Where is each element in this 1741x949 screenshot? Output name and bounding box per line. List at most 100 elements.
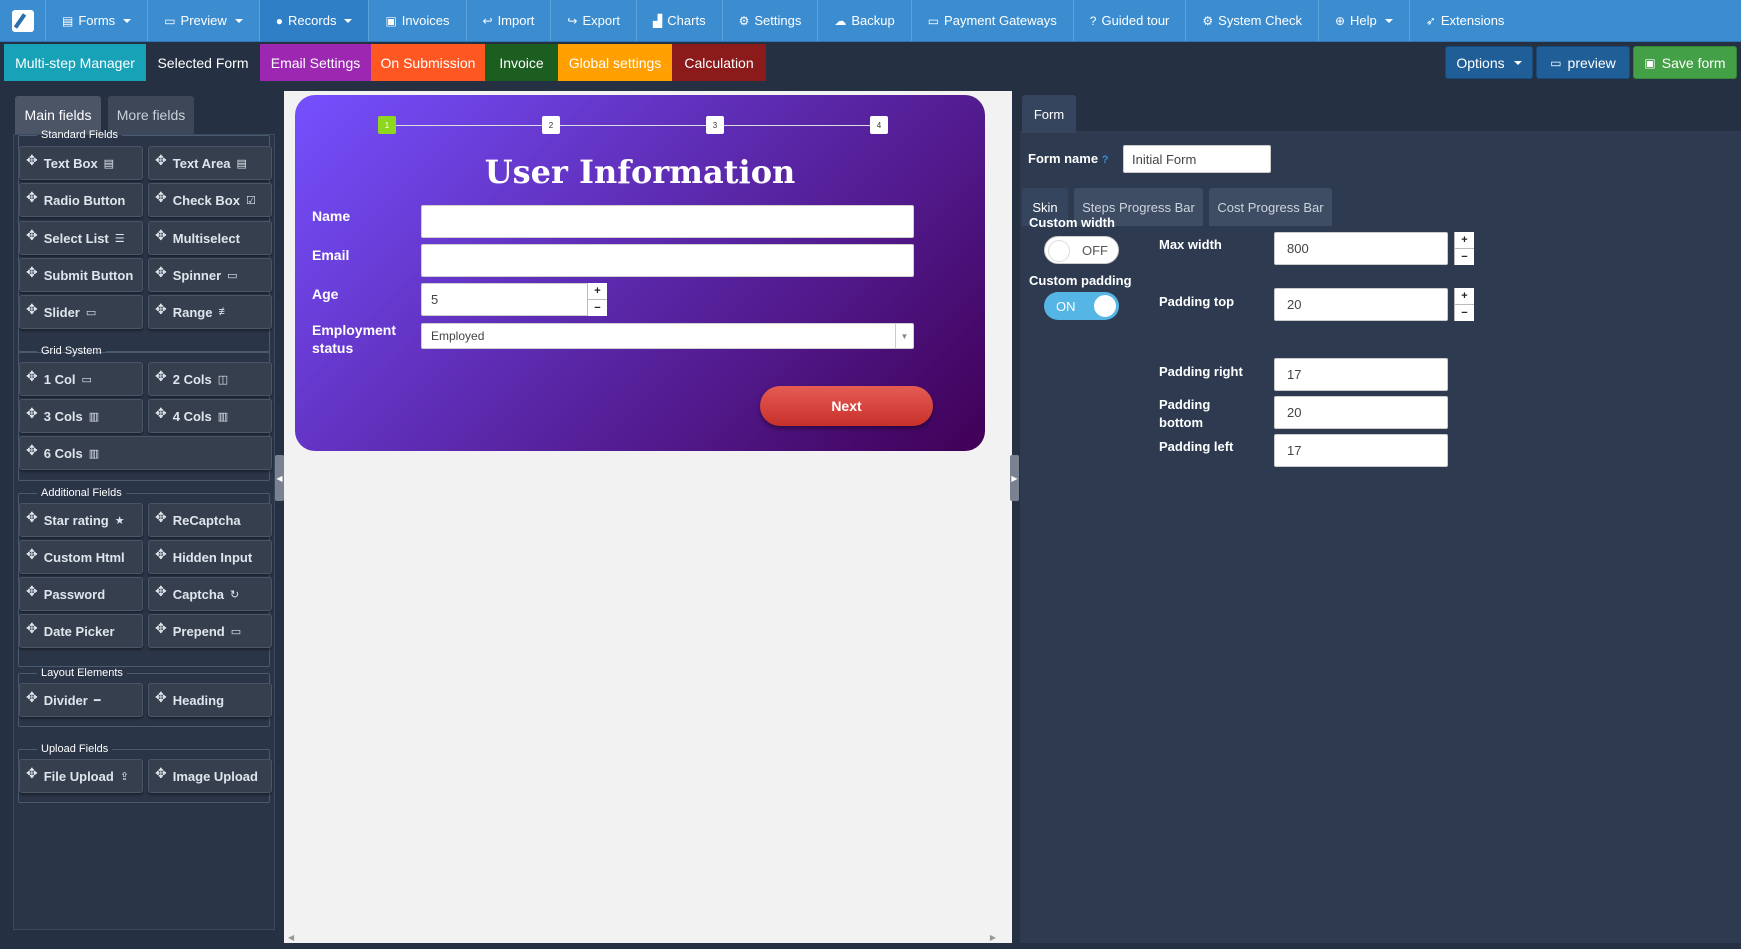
custom-width-toggle[interactable]: OFF	[1044, 236, 1119, 264]
caret-down-icon	[1384, 18, 1393, 23]
field-recaptcha[interactable]: ✥ ReCaptcha	[148, 503, 272, 537]
step-2[interactable]: 2	[542, 116, 560, 134]
move-icon: ✥	[26, 688, 38, 705]
collapse-left-handle[interactable]: ◀	[275, 455, 284, 501]
padding-top-stepper[interactable]: + −	[1454, 288, 1474, 321]
move-icon: ✥	[26, 441, 38, 458]
nav-invoices[interactable]: ▣ Invoices	[369, 0, 467, 41]
plus-icon[interactable]: +	[1455, 288, 1474, 305]
field-image-upload[interactable]: ✥ Image Upload	[148, 759, 272, 793]
field-text-box[interactable]: ✥ Text Box ▤	[19, 146, 143, 180]
form-name-input[interactable]: Initial Form	[1123, 145, 1271, 173]
field-date-picker[interactable]: ✥ Date Picker	[19, 614, 143, 648]
save-form-button[interactable]: ▣ Save form	[1633, 46, 1737, 79]
employment-status-label: Employment status	[312, 322, 397, 356]
padding-top-input[interactable]: 20	[1274, 288, 1448, 321]
field-check-box[interactable]: ✥ Check Box ☑	[148, 183, 272, 217]
max-width-input[interactable]: 800	[1274, 232, 1448, 265]
tab-on-submission[interactable]: On Submission	[371, 44, 485, 81]
plus-icon[interactable]: +	[1455, 232, 1474, 249]
nav-preview[interactable]: ▭ Preview	[148, 0, 260, 41]
field-star-rating[interactable]: ✥ Star rating ★	[19, 503, 143, 537]
options-button[interactable]: Options	[1445, 46, 1533, 79]
slider-icon: ▭	[85, 306, 97, 319]
step-1[interactable]: 1	[378, 116, 396, 134]
field-range[interactable]: ✥ Range ≢	[148, 295, 272, 329]
field-1-col[interactable]: ✥ 1 Col ▭	[19, 362, 143, 396]
next-button[interactable]: Next	[760, 386, 933, 426]
minus-icon[interactable]: −	[588, 300, 607, 316]
step-4[interactable]: 4	[870, 116, 888, 134]
custom-padding-toggle[interactable]: ON	[1044, 292, 1119, 320]
field-select-list[interactable]: ✥ Select List ☰	[19, 221, 143, 255]
nav-extensions[interactable]: ➶ Extensions	[1410, 0, 1521, 41]
field-heading[interactable]: ✥ Heading	[148, 683, 272, 717]
field-password[interactable]: ✥ Password	[19, 577, 143, 611]
field-6-cols[interactable]: ✥ 6 Cols ▥	[19, 436, 272, 470]
move-icon: ✥	[155, 300, 167, 317]
field-slider[interactable]: ✥ Slider ▭	[19, 295, 143, 329]
field-file-upload[interactable]: ✥ File Upload ⇪	[19, 759, 143, 793]
nav-backup[interactable]: ☁ Backup	[818, 0, 912, 41]
nav-export[interactable]: ↪ Export	[551, 0, 638, 41]
horizontal-scrollbar[interactable]: ◀ ▶	[284, 933, 1000, 942]
tab-invoice[interactable]: Invoice	[485, 44, 558, 81]
nav-guided-tour[interactable]: ? Guided tour	[1074, 0, 1187, 41]
padding-right-input[interactable]: 17	[1274, 358, 1448, 391]
tab-cost-progress-bar[interactable]: Cost Progress Bar	[1209, 188, 1332, 226]
collapse-right-handle[interactable]: ▶	[1010, 455, 1019, 501]
caret-down-icon	[234, 18, 243, 23]
app-logo-icon[interactable]	[0, 0, 46, 41]
tab-multi-step-manager[interactable]: Multi-step Manager	[4, 44, 146, 81]
nav-system-check[interactable]: ⚙ System Check	[1186, 0, 1319, 41]
padding-bottom-input[interactable]: 20	[1274, 396, 1448, 429]
preview-button[interactable]: ▭ preview	[1536, 46, 1630, 79]
field-2-cols[interactable]: ✥ 2 Cols ◫	[148, 362, 272, 396]
field-prepend[interactable]: ✥ Prepend ▭	[148, 614, 272, 648]
nav-import[interactable]: ↩ Import	[467, 0, 552, 41]
reply-icon: ↩	[482, 13, 493, 28]
field-text-area[interactable]: ✥ Text Area ▤	[148, 146, 272, 180]
minus-icon[interactable]: −	[1455, 249, 1474, 265]
nav-payment-gateways[interactable]: ▭ Payment Gateways	[912, 0, 1074, 41]
text-area-icon: ▤	[236, 157, 247, 170]
plus-icon[interactable]: +	[588, 283, 607, 300]
tab-calculation[interactable]: Calculation	[672, 44, 766, 81]
field-submit-button[interactable]: ✥ Submit Button	[19, 258, 143, 292]
field-4-cols[interactable]: ✥ 4 Cols ▥	[148, 399, 272, 433]
move-icon: ✥	[155, 263, 167, 280]
move-icon: ✥	[26, 764, 38, 781]
name-input[interactable]	[421, 205, 914, 238]
step-3[interactable]: 3	[706, 116, 724, 134]
tab-global-settings[interactable]: Global settings	[558, 44, 672, 81]
tab-email-settings[interactable]: Email Settings	[260, 44, 371, 81]
tab-form[interactable]: Form	[1022, 95, 1076, 133]
age-input[interactable]: 5	[421, 283, 607, 316]
tab-selected-form[interactable]: Selected Form	[146, 44, 260, 81]
nav-settings[interactable]: ⚙ Settings	[723, 0, 819, 41]
field-hidden-input[interactable]: ✥ Hidden Input	[148, 540, 272, 574]
field-custom-html[interactable]: ✥ Custom Html	[19, 540, 143, 574]
padding-bottom-label: Padding bottom	[1159, 397, 1211, 430]
employment-status-select[interactable]: Employed ▼	[421, 323, 914, 349]
nav-charts[interactable]: ▟ Charts	[637, 0, 723, 41]
gear-icon: ⚙	[1202, 13, 1214, 28]
email-input[interactable]	[421, 244, 914, 277]
field-spinner[interactable]: ✥ Spinner ▭	[148, 258, 272, 292]
field-multiselect[interactable]: ✥ Multiselect	[148, 221, 272, 255]
nav-help[interactable]: ⊕ Help	[1319, 0, 1410, 41]
nav-forms[interactable]: ▤ Forms	[46, 0, 149, 41]
monitor-icon: ▭	[164, 13, 176, 28]
age-stepper[interactable]: + −	[587, 283, 607, 316]
field-3-cols[interactable]: ✥ 3 Cols ▥	[19, 399, 143, 433]
upload-icon: ⇪	[119, 770, 130, 783]
padding-left-input[interactable]: 17	[1274, 434, 1448, 467]
group-title: Standard Fields	[41, 129, 119, 141]
max-width-stepper[interactable]: + −	[1454, 232, 1474, 265]
list-icon: ☰	[114, 232, 125, 245]
field-captcha[interactable]: ✥ Captcha ↻	[148, 577, 272, 611]
minus-icon[interactable]: −	[1455, 305, 1474, 321]
field-radio-button[interactable]: ✥ Radio Button	[19, 183, 143, 217]
field-divider[interactable]: ✥ Divider ━	[19, 683, 143, 717]
nav-records[interactable]: ● Records	[259, 0, 370, 41]
